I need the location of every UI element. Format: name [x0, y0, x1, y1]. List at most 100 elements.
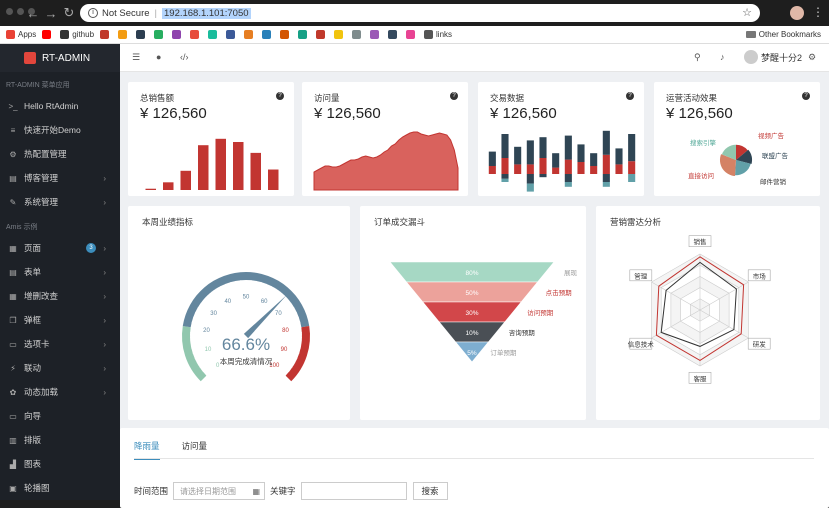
gear-icon[interactable]: ⚙	[808, 52, 816, 63]
radar-indicator-label: 信息技术	[628, 340, 655, 349]
sidebar-item-label: 图表	[24, 458, 41, 470]
chevron-right-icon: ›	[103, 364, 106, 373]
bookmark-item[interactable]	[100, 30, 112, 39]
bell-icon[interactable]: ♪	[720, 52, 725, 62]
menu-toggle-icon[interactable]: ☰	[132, 52, 140, 63]
sidebar-item[interactable]: ⚙热配置管理	[0, 142, 120, 166]
search-icon[interactable]: ⚲	[694, 52, 701, 63]
sidebar-item-label: 联动	[24, 362, 41, 374]
bookmark-item[interactable]	[244, 30, 256, 39]
bookmark-item[interactable]	[154, 30, 166, 39]
bookmark-item[interactable]	[352, 30, 364, 39]
user-name: 梦醒十分2	[761, 51, 802, 64]
bookmark-item[interactable]	[172, 30, 184, 39]
forward-icon[interactable]: →	[42, 6, 60, 21]
gauge-tick	[298, 343, 302, 344]
sidebar-item[interactable]: ⚡联动›	[0, 356, 120, 380]
date-range-input[interactable]: 请选择日期范围 ▦	[173, 482, 265, 500]
chart-icon: ▟	[8, 460, 18, 469]
sidebar-item[interactable]: ▥排版	[0, 428, 120, 452]
search-button[interactable]: 搜索	[413, 482, 448, 500]
bookmark-item[interactable]	[42, 30, 54, 39]
sidebar-item[interactable]: ▦增删改查›	[0, 284, 120, 308]
sidebar-item[interactable]: >_Hello RtAdmin	[0, 94, 120, 118]
bookmark-item[interactable]: Apps	[6, 30, 36, 39]
bookmark-item[interactable]	[118, 30, 130, 39]
radar-indicator-label: 销售	[694, 237, 707, 246]
bookmark-favicon-icon	[424, 30, 433, 39]
bookmark-item[interactable]	[316, 30, 328, 39]
bar-up-red	[539, 158, 546, 174]
bookmark-item[interactable]	[388, 30, 400, 39]
pie-label: 视频广告	[758, 131, 785, 140]
funnel-pct-label: 80%	[465, 270, 478, 277]
sidebar-item[interactable]: ▦页面3›	[0, 236, 120, 260]
url-text[interactable]: 192.168.1.101:7050	[162, 8, 251, 19]
reload-icon[interactable]: ↻	[60, 5, 78, 21]
other-bookmarks[interactable]: Other Bookmarks	[746, 30, 821, 39]
sidebar-item[interactable]: ≡快速开始Demo	[0, 118, 120, 142]
user-menu[interactable]: 梦醒十分2	[744, 50, 802, 64]
tab-rainfall[interactable]: 降雨量	[134, 440, 160, 460]
info-icon[interactable]: i	[88, 8, 98, 18]
bookmark-favicon-icon	[136, 30, 145, 39]
window-icon: ❐	[8, 316, 18, 325]
radar-indicator-label: 研发	[753, 340, 767, 349]
bookmark-item[interactable]	[406, 30, 418, 39]
bar-up-red	[552, 168, 559, 174]
bookmark-item[interactable]	[136, 30, 148, 39]
code-icon[interactable]: ‹/›	[180, 52, 189, 62]
gauge-value: 66.6%	[222, 335, 270, 354]
keyword-input[interactable]	[301, 482, 407, 500]
gauge-tick-label: 60	[261, 299, 268, 305]
sidebar-item[interactable]: ✿动态加载›	[0, 380, 120, 404]
sidebar-item[interactable]: ▭选项卡›	[0, 332, 120, 356]
bookmark-item[interactable]	[208, 30, 220, 39]
sidebar-item[interactable]: ▭向导	[0, 404, 120, 428]
wrench-icon: ✎	[8, 198, 18, 207]
bookmark-item[interactable]	[280, 30, 292, 39]
tab-visits[interactable]: 访问量	[182, 440, 208, 460]
bookmark-item[interactable]	[334, 30, 346, 39]
list-icon: ≡	[8, 126, 18, 135]
monitor-icon: ▭	[8, 412, 18, 421]
funnel-stage-label: 访问预期	[527, 308, 554, 317]
sidebar-item[interactable]: ✎系统管理›	[0, 190, 120, 214]
bookmark-item[interactable]: github	[60, 30, 94, 39]
bar-up-navy	[514, 147, 521, 165]
address-bar[interactable]: i Not Secure | 192.168.1.101:7050 ☆	[80, 4, 760, 22]
sidebar-item[interactable]: ▤博客管理›	[0, 166, 120, 190]
sidebar-item-label: 动态加载	[24, 386, 58, 398]
gauge-tick	[265, 284, 266, 288]
keyword-label: 关键字	[270, 485, 296, 497]
profile-avatar[interactable]	[790, 6, 804, 20]
sidebar-item[interactable]: ▣轮播图	[0, 476, 120, 500]
bookmark-item[interactable]	[262, 30, 274, 39]
spinner-icon: ✿	[8, 388, 18, 397]
bookmark-item[interactable]	[226, 30, 238, 39]
bookmark-item[interactable]: links	[424, 30, 452, 39]
bar-down-navy	[603, 174, 610, 182]
funnel-pct-label: 30%	[465, 310, 478, 317]
github-icon[interactable]: ●	[156, 52, 161, 62]
gauge-tick	[221, 286, 226, 295]
menu-icon[interactable]: ⋮	[812, 5, 824, 19]
bookmark-item[interactable]	[190, 30, 202, 39]
gauge-tick-label: 70	[275, 311, 282, 317]
funnel-panel: 订单成交漏斗 80%展现50%点击预期30%访问预期10%咨询预期5%订单预期	[360, 206, 586, 420]
sidebar-item[interactable]: ▤表单›	[0, 260, 120, 284]
top-navbar: ☰ ● ‹/› ⚲ ♪ 梦醒十分2 ⚙	[120, 44, 829, 72]
star-icon[interactable]: ☆	[742, 6, 752, 19]
sidebar-item[interactable]: ❐弹框›	[0, 308, 120, 332]
bookmark-favicon-icon	[244, 30, 253, 39]
sidebar-item[interactable]: ▟ 图表	[0, 452, 120, 476]
gauge-arc	[286, 326, 310, 381]
bar-up-navy	[590, 153, 597, 166]
back-icon[interactable]: ←	[24, 6, 42, 21]
gauge-tick-label: 90	[281, 347, 288, 353]
brand[interactable]: RT-ADMIN	[0, 44, 120, 72]
bookmark-item[interactable]	[298, 30, 310, 39]
bar-up-red	[501, 158, 508, 174]
bar-down-navy	[501, 174, 508, 179]
bookmark-item[interactable]	[370, 30, 382, 39]
